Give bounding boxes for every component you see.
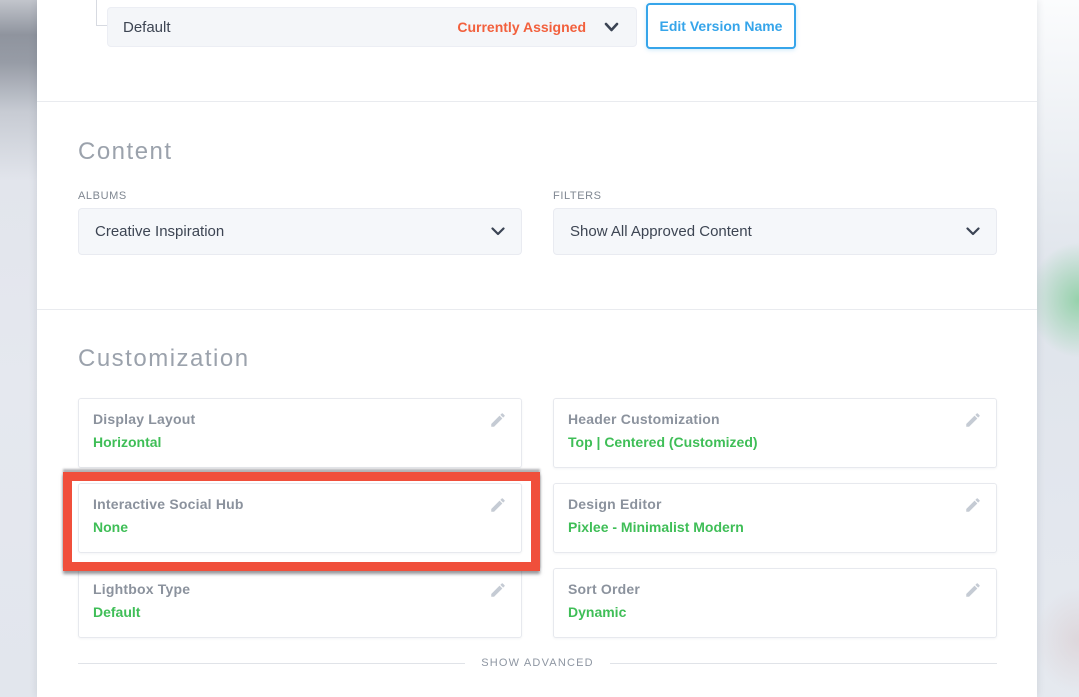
card-design-editor[interactable]: Design Editor Pixlee - Minimalist Modern	[553, 483, 997, 553]
albums-label: ALBUMS	[78, 190, 127, 202]
divider-line	[78, 663, 465, 664]
chevron-down-icon	[604, 22, 619, 32]
card-label: Display Layout	[93, 411, 507, 427]
section-divider	[37, 101, 1037, 102]
customization-section-title: Customization	[78, 345, 250, 373]
card-value: Pixlee - Minimalist Modern	[568, 519, 982, 535]
card-value: Horizontal	[93, 434, 507, 450]
pencil-icon[interactable]	[489, 410, 509, 430]
show-advanced-toggle[interactable]: SHOW ADVANCED	[78, 657, 997, 669]
filters-label: FILTERS	[553, 190, 602, 202]
pencil-icon[interactable]	[964, 580, 984, 600]
pencil-icon[interactable]	[489, 580, 509, 600]
settings-panel: Default Currently Assigned Edit Version …	[37, 0, 1037, 697]
card-interactive-social-hub[interactable]: Interactive Social Hub None	[78, 483, 522, 553]
version-name: Default	[123, 19, 171, 36]
albums-select[interactable]: Creative Inspiration	[78, 208, 522, 255]
pencil-icon[interactable]	[964, 410, 984, 430]
pencil-icon[interactable]	[964, 495, 984, 515]
tree-connector-vertical	[96, 0, 97, 26]
card-header-customization[interactable]: Header Customization Top | Centered (Cus…	[553, 398, 997, 468]
card-label: Interactive Social Hub	[93, 496, 507, 512]
filters-select[interactable]: Show All Approved Content	[553, 208, 997, 255]
card-label: Design Editor	[568, 496, 982, 512]
card-label: Sort Order	[568, 581, 982, 597]
chevron-down-icon	[491, 227, 505, 236]
card-value: None	[93, 519, 507, 535]
customization-cards-grid: Display Layout Horizontal Header Customi…	[78, 398, 997, 638]
background-right-strip	[1037, 0, 1079, 697]
show-advanced-label: SHOW ADVANCED	[481, 657, 594, 669]
filters-selected-value: Show All Approved Content	[570, 223, 752, 240]
divider-line	[610, 663, 997, 664]
background-left-strip	[0, 0, 37, 697]
pencil-icon[interactable]	[489, 495, 509, 515]
section-divider	[37, 309, 1037, 310]
card-label: Header Customization	[568, 411, 982, 427]
card-sort-order[interactable]: Sort Order Dynamic	[553, 568, 997, 638]
card-value: Top | Centered (Customized)	[568, 434, 982, 450]
currently-assigned-badge: Currently Assigned	[457, 19, 586, 35]
albums-selected-value: Creative Inspiration	[95, 223, 224, 240]
card-label: Lightbox Type	[93, 581, 507, 597]
chevron-down-icon	[966, 227, 980, 236]
card-display-layout[interactable]: Display Layout Horizontal	[78, 398, 522, 468]
card-value: Default	[93, 604, 507, 620]
version-dropdown[interactable]: Default Currently Assigned	[107, 7, 637, 47]
edit-version-name-button[interactable]: Edit Version Name	[646, 3, 796, 49]
card-value: Dynamic	[568, 604, 982, 620]
card-lightbox-type[interactable]: Lightbox Type Default	[78, 568, 522, 638]
content-section-title: Content	[78, 138, 173, 166]
